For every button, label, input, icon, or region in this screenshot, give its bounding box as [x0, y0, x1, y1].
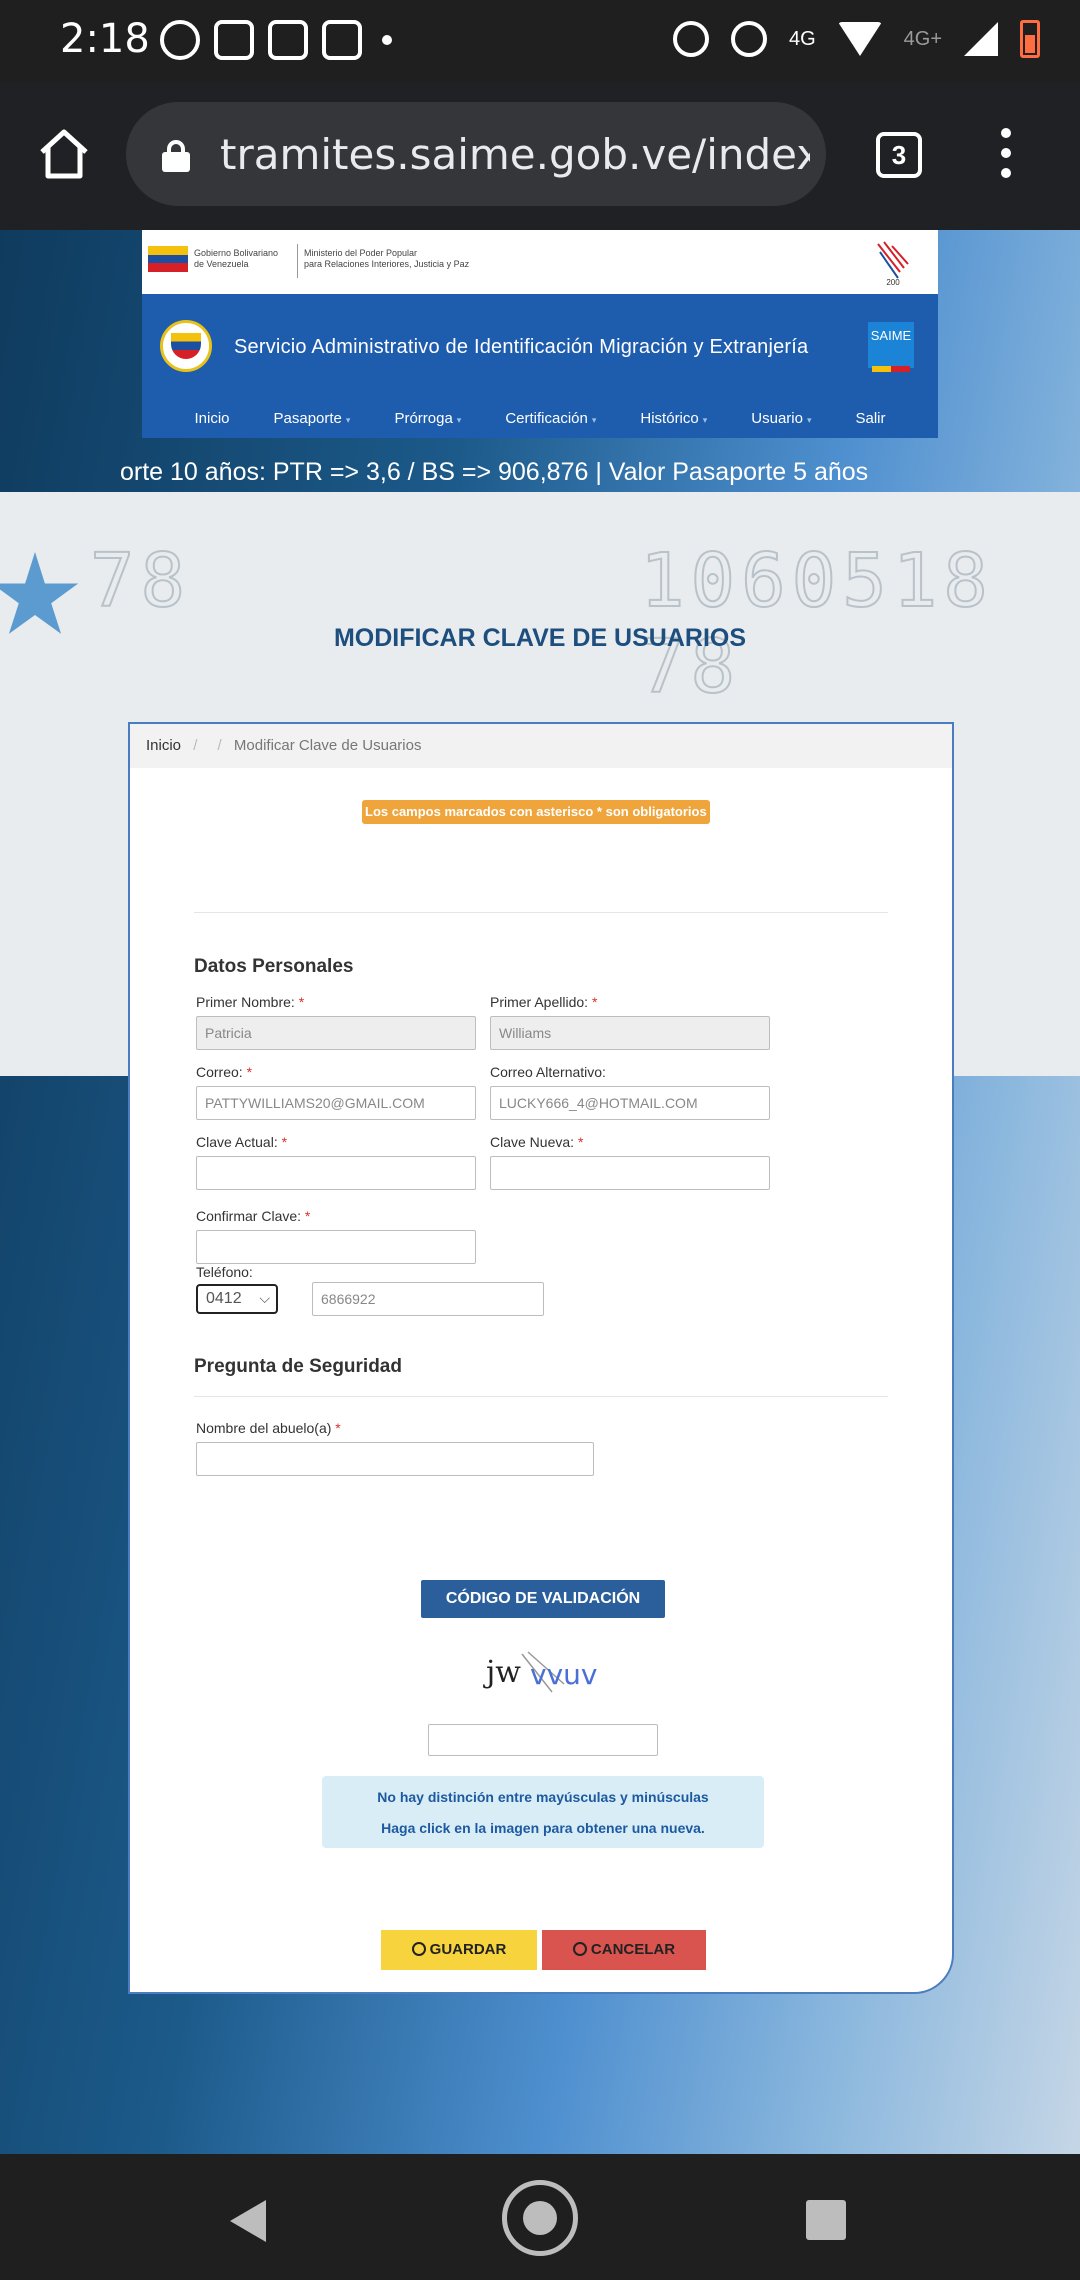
confirm-password-label: Confirmar Clave: * — [196, 1208, 311, 1224]
dot-decoration: 78 — [89, 537, 192, 625]
overflow-menu-icon[interactable] — [998, 128, 1014, 184]
phone-prefix-select[interactable]: 0412 ⌵ — [196, 1284, 278, 1314]
chevron-down-icon: ▾ — [456, 414, 462, 425]
alt-email-label: Correo Alternativo: — [490, 1064, 606, 1080]
nav-historico[interactable]: Histórico ▾ — [640, 410, 707, 427]
current-password-label: Clave Actual: * — [196, 1134, 288, 1150]
whatsapp-icon — [160, 20, 200, 60]
lock-icon — [162, 140, 190, 172]
section-title-personal: Datos Personales — [194, 956, 354, 977]
discord-icon — [214, 20, 254, 60]
government-label: Gobierno Bolivariano de Venezuela — [194, 248, 279, 269]
validation-code-button[interactable]: CÓDIGO DE VALIDACIÓN — [421, 1580, 665, 1618]
chevron-down-icon: ▾ — [591, 414, 597, 425]
url-text[interactable]: tramites.saime.gob.ve/index.ph — [220, 130, 810, 179]
phone-number-field[interactable]: 6866922 — [312, 1282, 544, 1316]
chevron-down-icon: ▾ — [345, 414, 351, 425]
nav-prorroga[interactable]: Prórroga ▾ — [394, 410, 461, 427]
saime-seal-icon — [160, 320, 212, 372]
chevron-down-icon: ▾ — [702, 414, 708, 425]
cancel-button[interactable]: CANCELAR — [542, 1930, 706, 1970]
mute-icon — [730, 21, 767, 57]
status-bar: 2:18 4G 4G+ — [0, 0, 1080, 82]
bicentennial-logo-icon: 200 — [877, 241, 909, 287]
email-field[interactable]: PATTYWILLIAMS20@GMAIL.COM — [196, 1086, 476, 1120]
new-password-field[interactable] — [490, 1156, 770, 1190]
captcha-input[interactable] — [428, 1724, 658, 1756]
last-name-label: Primer Apellido: * — [490, 994, 598, 1010]
web-page: 78 1060518 78 Gobierno Bolivariano de Ve… — [0, 230, 1080, 2154]
check-circle-icon — [411, 1942, 426, 1956]
captcha-info-box: No hay distinción entre mayúsculas y min… — [322, 1776, 764, 1848]
divider — [297, 244, 298, 278]
volte-label: 4G — [788, 27, 816, 50]
breadcrumb-separator: / — [217, 737, 222, 754]
first-name-label: Primer Nombre: * — [196, 994, 305, 1010]
teams-icon — [268, 20, 308, 60]
captcha-image[interactable]: jw vvuv — [482, 1648, 598, 1698]
main-nav: Inicio Pasaporte ▾ Prórroga ▾ Certificació… — [142, 398, 938, 438]
security-answer-field[interactable] — [196, 1442, 594, 1476]
required-notice-badge: Los campos marcados con asterisco * son … — [362, 800, 710, 824]
signal-icon — [964, 22, 998, 56]
alarm-icon — [672, 21, 709, 57]
chevron-down-icon: ⌵ — [259, 1290, 270, 1306]
network-type-label: 4G+ — [903, 27, 942, 50]
captcha-info-line: No hay distinción entre mayúsculas y min… — [377, 1789, 709, 1805]
system-icons: 4G 4G+ — [672, 20, 1040, 58]
site-title: Servicio Administrativo de Identificació… — [234, 336, 809, 358]
government-strip: Gobierno Bolivariano de Venezuela Minist… — [142, 230, 938, 294]
header-banner: Servicio Administrativo de Identificació… — [142, 294, 938, 438]
status-time: 2:18 — [60, 16, 150, 62]
page-title: MODIFICAR CLAVE DE USUARIOS — [333, 624, 747, 652]
tab-switcher-button[interactable]: 3 — [876, 132, 922, 178]
back-icon[interactable] — [230, 2200, 266, 2242]
save-button[interactable]: GUARDAR — [381, 1930, 537, 1970]
teams-icon — [322, 20, 362, 60]
site-header: Gobierno Bolivariano de Venezuela Minist… — [142, 230, 938, 438]
system-nav-bar — [0, 2154, 1080, 2280]
breadcrumb-home[interactable]: Inicio — [146, 737, 181, 754]
captcha-info-line: Haga click en la imagen para obtener una… — [381, 1820, 705, 1836]
battery-icon — [1020, 20, 1040, 58]
svg-text:200: 200 — [886, 278, 900, 287]
browser-toolbar: tramites.saime.gob.ve/index.ph 3 — [0, 82, 1080, 230]
svg-text:vvuv: vvuv — [530, 1658, 597, 1691]
home-circle-icon[interactable] — [502, 2180, 578, 2256]
divider — [194, 1396, 888, 1397]
notification-icons — [160, 20, 392, 60]
breadcrumb-separator: / — [193, 737, 198, 754]
breadcrumb-current: Modificar Clave de Usuarios — [233, 737, 422, 754]
breadcrumb: Inicio / / Modificar Clave de Usuarios — [130, 724, 952, 768]
last-name-field[interactable]: Williams — [490, 1016, 770, 1050]
form-card: Inicio / / Modificar Clave de Usuarios L… — [128, 722, 954, 1994]
confirm-password-field[interactable] — [196, 1230, 476, 1264]
nav-certificacion[interactable]: Certificación ▾ — [505, 410, 596, 427]
section-title-security: Pregunta de Seguridad — [194, 1356, 402, 1377]
divider — [194, 912, 888, 913]
recents-icon[interactable] — [806, 2200, 846, 2240]
more-notifications-icon — [382, 35, 392, 45]
security-question-label: Nombre del abuelo(a) * — [196, 1420, 341, 1436]
phone-label: Teléfono: — [196, 1264, 253, 1280]
first-name-field[interactable]: Patricia — [196, 1016, 476, 1050]
email-label: Correo: * — [196, 1064, 253, 1080]
ministry-label: Ministerio del Poder Popular para Relaci… — [304, 248, 470, 269]
new-password-label: Clave Nueva: * — [490, 1134, 584, 1150]
ban-icon — [572, 1942, 587, 1956]
home-icon[interactable] — [36, 126, 92, 182]
current-password-field[interactable] — [196, 1156, 476, 1190]
venezuela-flag-icon — [148, 246, 188, 272]
svg-text:jw: jw — [483, 1655, 521, 1690]
alt-email-field[interactable]: LUCKY666_4@HOTMAIL.COM — [490, 1086, 770, 1120]
nav-salir[interactable]: Salir — [856, 410, 886, 427]
nav-pasaporte[interactable]: Pasaporte ▾ — [274, 410, 351, 427]
saime-logo: SAIME — [868, 322, 914, 372]
nav-inicio[interactable]: Inicio — [194, 410, 229, 427]
price-ticker: orte 10 años: PTR => 3,6 / BS => 906,876… — [120, 458, 869, 486]
nav-usuario[interactable]: Usuario ▾ — [751, 410, 811, 427]
wifi-icon — [837, 22, 882, 56]
address-bar[interactable]: tramites.saime.gob.ve/index.ph — [126, 102, 826, 206]
chevron-down-icon: ▾ — [806, 414, 812, 425]
